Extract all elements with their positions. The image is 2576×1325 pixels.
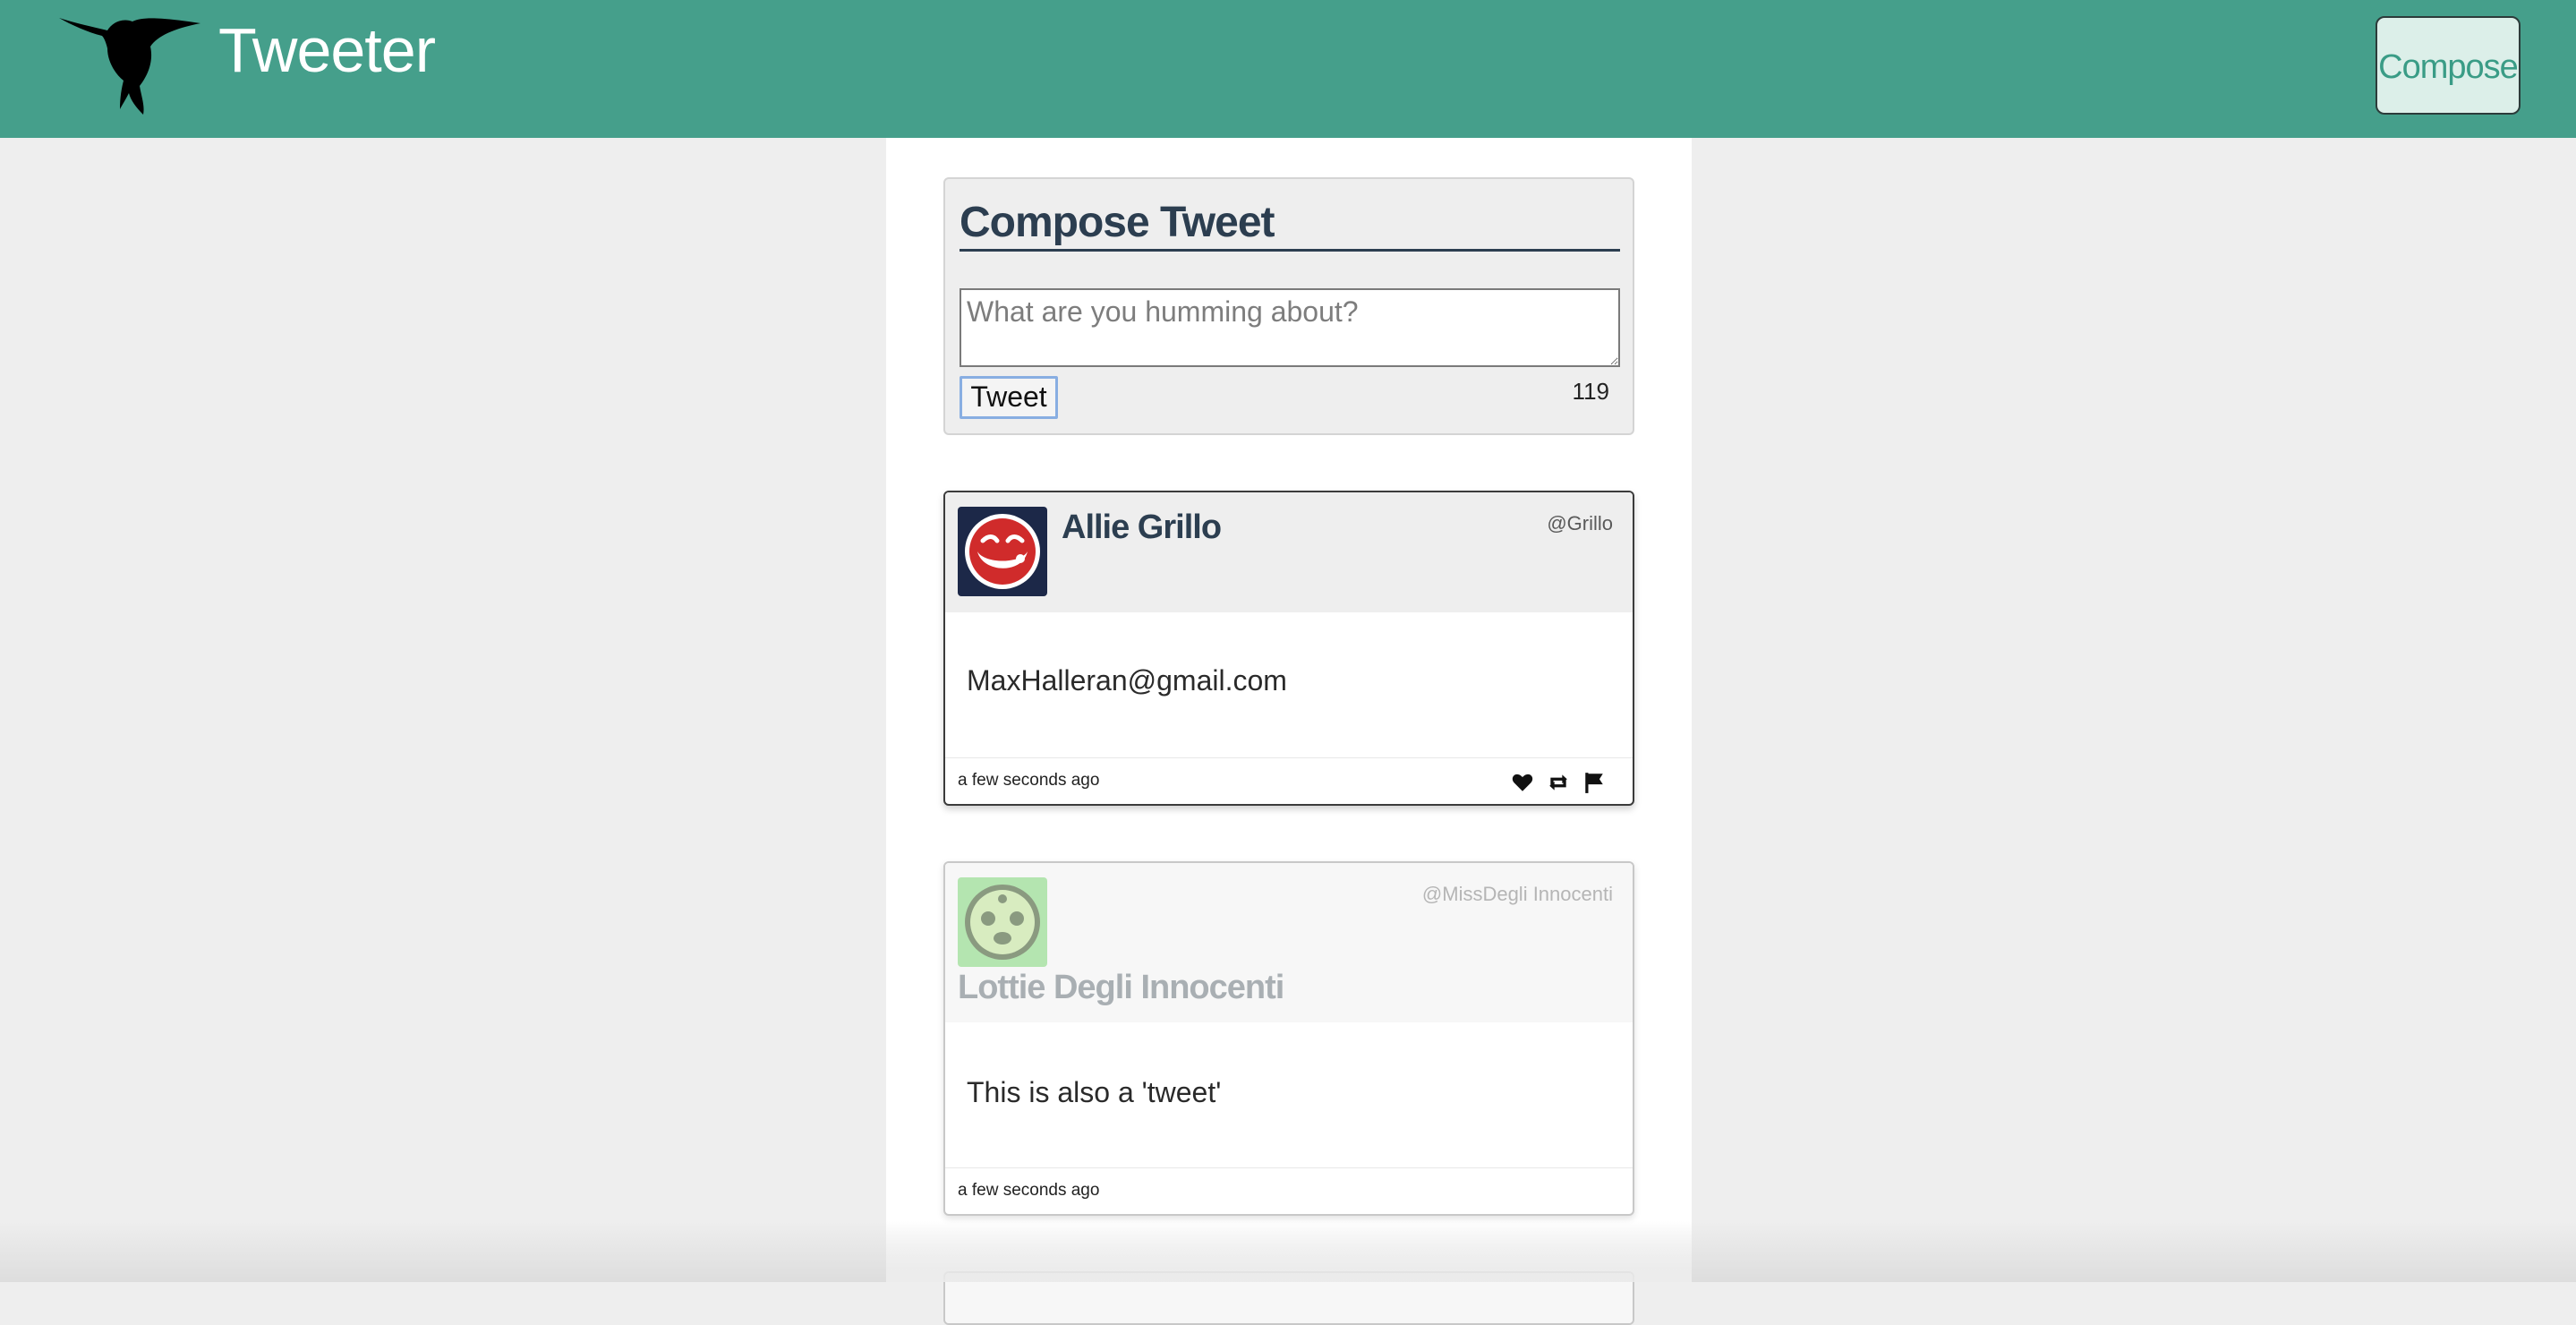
tweet-footer: a few seconds ago: [945, 1167, 1633, 1214]
compose-title: Compose Tweet: [960, 197, 1620, 252]
avatar-face-icon: [965, 885, 1040, 960]
tweet-content: This is also a 'tweet': [967, 1076, 1222, 1108]
compose-button[interactable]: Compose: [2376, 16, 2521, 115]
avatar: [958, 507, 1047, 596]
tweet-header: Lottie Degli Innocenti @MissDegli Innoce…: [945, 863, 1633, 1022]
tweet-author-name: Lottie Degli Innocenti: [958, 969, 1284, 1006]
tweet-header: [945, 1273, 1633, 1323]
tweet-header: Allie Grillo @Grillo: [945, 492, 1633, 612]
tweet-timestamp: a few seconds ago: [958, 1181, 1100, 1200]
tweet-card: [943, 1271, 1634, 1325]
tweet-author-handle: @MissDegli Innocenti: [1421, 883, 1613, 905]
tweet-timestamp: a few seconds ago: [958, 771, 1100, 790]
tweet-author-handle: @Grillo: [1547, 512, 1613, 534]
avatar: [958, 877, 1047, 967]
top-nav: Tweeter Compose: [0, 0, 2576, 138]
compose-tweet-panel: Compose Tweet Tweet 119: [943, 177, 1634, 435]
tweet-submit-button[interactable]: Tweet: [960, 376, 1058, 419]
retweet-icon[interactable]: [1547, 771, 1570, 794]
avatar-face-icon: [965, 514, 1040, 589]
brand-title: Tweeter: [218, 15, 436, 85]
tweet-author-name: Allie Grillo: [1062, 509, 1222, 546]
tweet-footer: a few seconds ago: [945, 757, 1633, 804]
tweet-text-input[interactable]: [960, 288, 1620, 367]
tweet-actions: [1511, 771, 1606, 796]
tweet-card: Allie Grillo @Grillo MaxHalleran@gmail.c…: [943, 491, 1634, 806]
character-counter: 119: [1572, 378, 1609, 405]
heart-icon[interactable]: [1511, 771, 1534, 794]
tweet-card: Lottie Degli Innocenti @MissDegli Innoce…: [943, 861, 1634, 1216]
hummingbird-logo-icon: [59, 18, 200, 115]
tweet-content: MaxHalleran@gmail.com: [967, 664, 1287, 697]
flag-icon[interactable]: [1582, 771, 1606, 794]
